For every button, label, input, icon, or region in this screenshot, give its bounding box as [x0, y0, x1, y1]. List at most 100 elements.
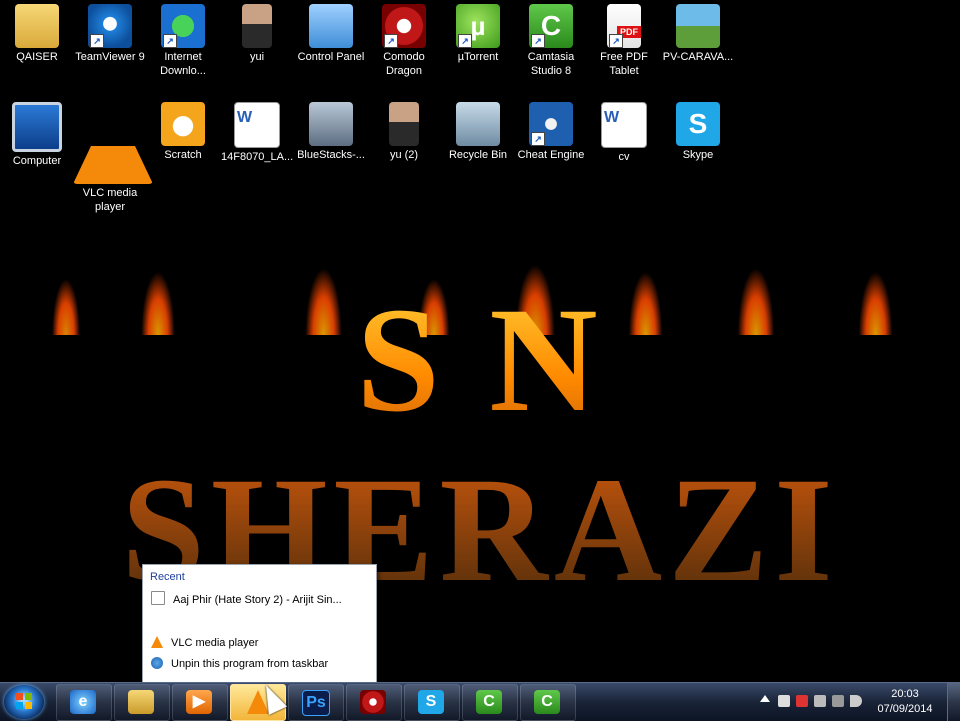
- recycle-bin-icon: [456, 102, 500, 146]
- shortcut-arrow-icon: ↗: [458, 34, 472, 48]
- desktop-icon-free-pdf[interactable]: PDF ↗ Free PDF Tablet: [587, 0, 661, 78]
- desktop-icon-label: VLC media player: [82, 187, 138, 213]
- desktop-icon-comodo-dragon[interactable]: ↗ Comodo Dragon: [367, 0, 441, 78]
- desktop-icon-label: Camtasia Studio 8: [527, 51, 575, 77]
- clock-date: 07/09/2014: [877, 703, 933, 715]
- desktop-icon-control-panel[interactable]: Control Panel: [294, 0, 368, 64]
- taskbar-button-skype[interactable]: S: [404, 684, 460, 721]
- security-shield-icon[interactable]: [796, 695, 808, 707]
- shortcut-arrow-icon: ↗: [531, 34, 545, 48]
- show-desktop-button[interactable]: [947, 683, 960, 721]
- network-signal-icon[interactable]: [814, 695, 826, 707]
- pdf-icon: PDF ↗: [607, 4, 641, 48]
- desktop-icon-bluestacks[interactable]: BlueStacks-...: [294, 98, 368, 162]
- desktop-icon-label: yui: [249, 51, 265, 63]
- desktop-icon-camtasia[interactable]: C ↗ Camtasia Studio 8: [514, 0, 588, 78]
- bluestacks-installer-icon: [309, 102, 353, 146]
- jump-list-open-vlc[interactable]: VLC media player: [151, 634, 371, 652]
- jump-list-open-vlc-label: VLC media player: [171, 637, 259, 649]
- desktop-icon-label: BlueStacks-...: [297, 149, 365, 161]
- camtasia-icon: C: [534, 690, 560, 714]
- desktop-icon-idm[interactable]: ↗ Internet Downlo...: [146, 0, 220, 78]
- scratch-icon: [161, 102, 205, 146]
- internet-download-manager-icon: ↗: [161, 4, 205, 48]
- desktop-icon-qaiser[interactable]: QAISER: [0, 0, 74, 64]
- desktop-icon-label: Computer: [12, 155, 62, 167]
- desktop-icon-label: QAISER: [16, 51, 58, 63]
- shortcut-arrow-icon: ↗: [384, 34, 398, 48]
- jump-list-unpin[interactable]: Unpin this program from taskbar: [151, 655, 371, 673]
- folder-icon: [128, 690, 154, 714]
- desktop-icon-14f8070[interactable]: W 14F8070_LA...: [220, 98, 294, 164]
- audio-file-icon: [151, 591, 165, 605]
- desktop-icon-label: PV-CARAVA...: [662, 51, 734, 63]
- desktop-icon-label: Internet Downlo...: [160, 51, 206, 77]
- photoshop-icon: Ps: [302, 690, 330, 716]
- desktop-icon-recycle-bin[interactable]: Recycle Bin: [441, 98, 515, 162]
- jump-list-recent-item[interactable]: Aaj Phir (Hate Story 2) - Arijit Sin...: [151, 591, 371, 609]
- desktop-icon-skype[interactable]: S Skype: [661, 98, 735, 162]
- taskbar-button-camtasia-1[interactable]: C: [462, 684, 518, 721]
- vlc-jump-list: Recent Aaj Phir (Hate Story 2) - Arijit …: [142, 564, 377, 683]
- taskbar: e ▶ Ps S C C 20:03 07/09/2014: [0, 682, 960, 721]
- person-photo-icon: [242, 4, 272, 48]
- taskbar-button-camtasia-2[interactable]: C: [520, 684, 576, 721]
- desktop-icon-label: µTorrent: [457, 51, 499, 63]
- camtasia-icon: C: [476, 690, 502, 714]
- internet-explorer-icon: e: [70, 690, 96, 714]
- vlc-icon: [151, 636, 163, 648]
- desktop-icon-vlc[interactable]: VLC media player: [73, 98, 153, 214]
- battery-icon[interactable]: [832, 695, 844, 707]
- taskbar-button-photoshop[interactable]: Ps: [288, 684, 344, 721]
- person-photo-icon: [389, 102, 419, 146]
- desktop-icon-yui[interactable]: yui: [220, 0, 294, 64]
- jump-list-recent-item-label: Aaj Phir (Hate Story 2) - Arijit Sin...: [173, 594, 342, 606]
- user-folder-icon: [15, 4, 59, 48]
- desktop-icon-label: cv: [618, 151, 630, 163]
- comodo-dragon-icon: ↗: [382, 4, 426, 48]
- control-panel-icon: [309, 4, 353, 48]
- desktop-icon-yu-2[interactable]: yu (2): [367, 98, 441, 162]
- desktop-icon-scratch[interactable]: Scratch: [146, 98, 220, 162]
- desktop-icon-label: Skype: [682, 149, 714, 161]
- desktop-icon-label: yu (2): [389, 149, 419, 161]
- system-tray: 20:03 07/09/2014: [740, 683, 960, 721]
- jump-list-recent-header: Recent: [150, 571, 185, 583]
- utorrent-icon: µ ↗: [456, 4, 500, 48]
- desktop-icon-label: TeamViewer 9: [75, 51, 145, 63]
- show-hidden-icons-arrow-icon[interactable]: [760, 695, 770, 702]
- shortcut-arrow-icon: ↗: [609, 34, 623, 48]
- landscape-image-icon: [676, 4, 720, 48]
- shortcut-arrow-icon: ↗: [90, 34, 104, 48]
- desktop-icon-teamviewer[interactable]: ↗ TeamViewer 9: [73, 0, 147, 64]
- desktop-icon-cv[interactable]: W cv: [587, 98, 661, 164]
- desktop-icon-pv-carava[interactable]: PV-CARAVA...: [661, 0, 735, 64]
- taskbar-button-windows-explorer[interactable]: [114, 684, 170, 721]
- unpin-icon: [151, 657, 163, 669]
- jump-list-unpin-label: Unpin this program from taskbar: [171, 658, 329, 670]
- taskbar-button-windows-media-player[interactable]: ▶: [172, 684, 228, 721]
- computer-icon: [12, 102, 62, 152]
- skype-icon: S: [676, 102, 720, 146]
- taskbar-clock[interactable]: 20:03 07/09/2014: [870, 687, 940, 717]
- desktop-icon-label: Recycle Bin: [448, 149, 508, 161]
- camtasia-icon: C ↗: [529, 4, 573, 48]
- word-document-icon: W: [234, 102, 280, 148]
- skype-icon: S: [418, 690, 444, 714]
- shortcut-arrow-icon: ↗: [163, 34, 177, 48]
- taskbar-button-comodo-dragon[interactable]: [346, 684, 402, 721]
- desktop-icon-computer[interactable]: Computer: [0, 98, 74, 168]
- media-player-icon: ▶: [186, 690, 212, 714]
- taskbar-button-internet-explorer[interactable]: e: [56, 684, 112, 721]
- desktop-icon-cheat-engine[interactable]: ↗ Cheat Engine: [514, 98, 588, 162]
- speaker-volume-icon[interactable]: [850, 695, 862, 707]
- desktop-icon-label: 14F8070_LA...: [221, 151, 294, 163]
- teamviewer-icon: ↗: [88, 4, 132, 48]
- action-center-flag-icon[interactable]: [778, 695, 790, 707]
- desktop-icon-utorrent[interactable]: µ ↗ µTorrent: [441, 0, 515, 64]
- windows-logo-icon: [16, 693, 32, 709]
- desktop-icon-label: Scratch: [164, 149, 202, 161]
- desktop-icon-label: Comodo Dragon: [383, 51, 425, 77]
- start-button[interactable]: [4, 685, 44, 719]
- clock-time: 20:03: [891, 688, 919, 700]
